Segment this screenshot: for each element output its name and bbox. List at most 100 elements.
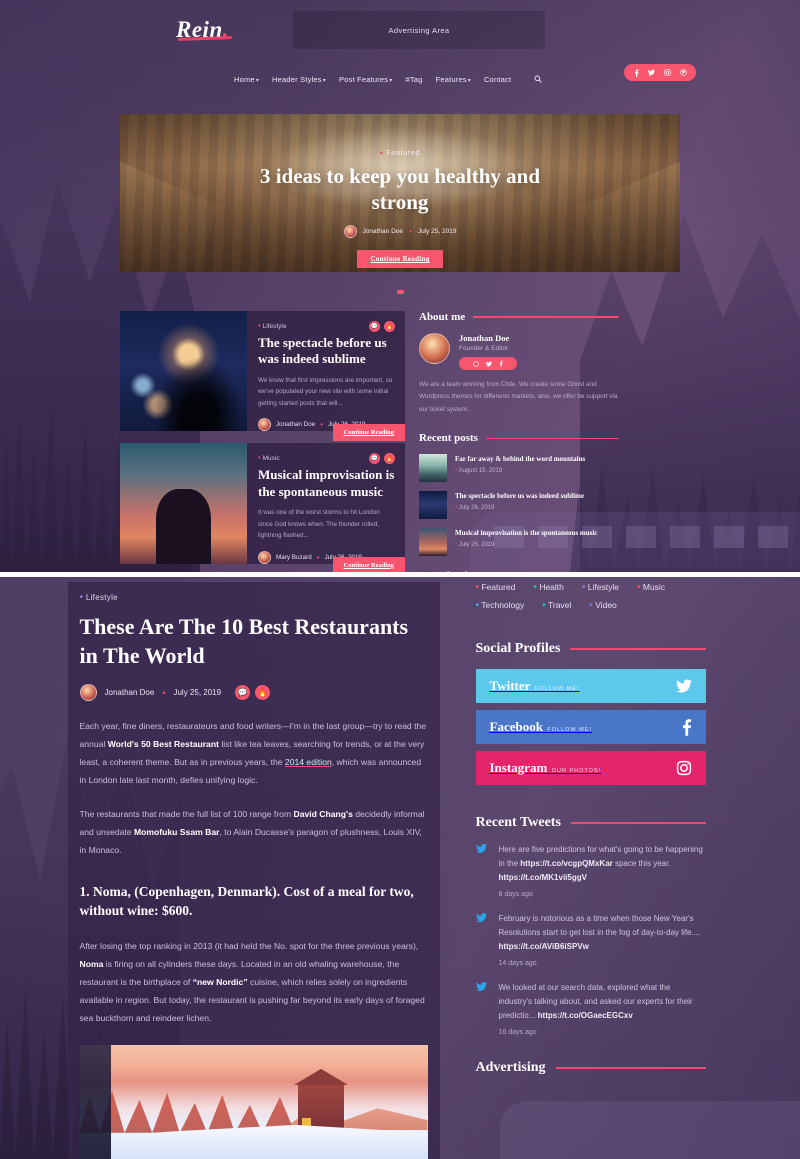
tag-lifestyle[interactable]: • Lifestyle bbox=[582, 582, 619, 593]
social-profile-instagram[interactable]: Instagram OUR PHOTOS! bbox=[475, 751, 706, 785]
post-card[interactable]: 💬 🔥 • Music Musical improvisation is the… bbox=[120, 443, 405, 572]
avatar bbox=[258, 418, 271, 432]
nav-item-tag[interactable]: #Tag bbox=[405, 75, 422, 84]
hero-title[interactable]: 3 ideas to keep you healthy and strong bbox=[250, 164, 550, 215]
bullet-icon: • bbox=[379, 148, 384, 158]
text-fragment: After losing the top ranking in 2013 (it… bbox=[79, 940, 419, 951]
pinterest-icon[interactable] bbox=[473, 360, 479, 367]
nav-item-header-styles[interactable]: Header Styles▾ bbox=[272, 75, 326, 84]
instagram-icon[interactable] bbox=[663, 69, 671, 76]
bullet-icon: • bbox=[636, 582, 641, 593]
tag-featured[interactable]: • Featured bbox=[476, 582, 516, 593]
article-paragraph-1: Each year, fine diners, restaurateurs an… bbox=[80, 717, 428, 789]
post-thumbnail[interactable] bbox=[120, 311, 247, 432]
bullet-icon: • bbox=[589, 600, 593, 611]
post-continue-reading-button[interactable]: Continue Reading bbox=[332, 556, 405, 572]
main-navigation: Home▾ Header Styles▾ Post Features▾ #Tag… bbox=[120, 60, 696, 98]
tweet-item: We looked at our search data, explored w… bbox=[475, 981, 706, 1036]
hero-category[interactable]: • Featured bbox=[120, 148, 680, 158]
nav-item-contact[interactable]: Contact bbox=[484, 75, 511, 84]
post-category-label: Lifestyle bbox=[262, 323, 287, 330]
hero-featured-post[interactable]: • Featured 3 ideas to keep you healthy a… bbox=[120, 114, 680, 272]
bullet-icon: • bbox=[475, 582, 480, 593]
comment-icon[interactable]: 💬 bbox=[369, 321, 380, 332]
social-profile-facebook[interactable]: Facebook FOLLOW ME! bbox=[475, 710, 706, 744]
avatar bbox=[343, 225, 357, 239]
tweet-link[interactable]: https://t.co/vcgpQMxKar bbox=[520, 859, 612, 868]
comment-icon[interactable]: 💬 bbox=[369, 453, 380, 465]
tweet-link[interactable]: https://t.co/MK1vii5ggV bbox=[499, 873, 587, 882]
tweet-text: space this year. bbox=[612, 859, 671, 868]
tag-travel[interactable]: • Travel bbox=[542, 600, 571, 611]
slider-dot[interactable] bbox=[396, 290, 404, 294]
hero-slider-dots[interactable] bbox=[120, 281, 680, 299]
bullet-icon: • bbox=[533, 582, 537, 593]
site-logo[interactable]: Rein. bbox=[120, 17, 229, 43]
social-profile-name: Twitter bbox=[489, 678, 531, 693]
article-page-screenshot: • Lifestyle These Are The 10 Best Restau… bbox=[0, 577, 800, 1159]
post-author[interactable]: Jonathan Doe bbox=[276, 421, 315, 428]
article-category[interactable]: • Lifestyle bbox=[80, 592, 428, 603]
comment-icon[interactable]: 💬 bbox=[235, 685, 251, 701]
post-title[interactable]: Musical improvisation is the spontaneous… bbox=[258, 467, 395, 500]
search-icon[interactable] bbox=[534, 75, 543, 83]
article-panel: • Lifestyle These Are The 10 Best Restau… bbox=[67, 582, 440, 1159]
date-label: July 26, 2019 bbox=[458, 541, 495, 548]
post-thumbnail[interactable] bbox=[120, 443, 247, 565]
bullet-icon: • bbox=[320, 420, 324, 430]
article-action-icons: 💬 🔥 bbox=[235, 685, 271, 701]
facebook-icon[interactable] bbox=[499, 360, 503, 367]
divider-line bbox=[473, 316, 619, 318]
post-card[interactable]: 💬 🔥 • Lifestyle The spectacle before us … bbox=[120, 311, 405, 442]
hero-continue-reading-button[interactable]: Continue Reading bbox=[357, 250, 443, 269]
hero-date: July 25, 2019 bbox=[417, 228, 457, 236]
nav-item-features[interactable]: Features▾ bbox=[436, 75, 471, 84]
article-inline-link[interactable]: 2014 edition bbox=[285, 757, 332, 767]
twitter-icon[interactable] bbox=[486, 361, 492, 367]
nav-item-post-features[interactable]: Post Features▾ bbox=[339, 75, 393, 84]
tweet-item: February is notorious as a time when tho… bbox=[475, 912, 706, 967]
fire-icon[interactable]: 🔥 bbox=[255, 685, 271, 701]
recent-post-title[interactable]: Far far away & behind the word mountains bbox=[455, 454, 585, 465]
facebook-icon bbox=[681, 718, 692, 736]
post-category-label: Music bbox=[262, 455, 280, 463]
facebook-icon[interactable] bbox=[634, 69, 639, 77]
fire-icon[interactable]: 🔥 bbox=[384, 321, 395, 332]
recent-post-title[interactable]: Musical improvisation is the spontaneous… bbox=[455, 528, 597, 539]
tag-technology[interactable]: • Technology bbox=[476, 600, 525, 611]
post-continue-reading-button[interactable]: Continue Reading bbox=[332, 424, 405, 442]
about-me-widget: Jonathan Doe Founder & Editor bbox=[419, 333, 619, 370]
recent-post-thumbnail bbox=[419, 491, 447, 520]
tweet-link[interactable]: https://t.co/OGaecEGCxv bbox=[538, 1011, 633, 1020]
pinterest-icon[interactable] bbox=[679, 69, 687, 76]
tag-health[interactable]: • Health bbox=[533, 582, 563, 593]
recent-post-item[interactable]: The spectacle before us was indeed subli… bbox=[419, 491, 619, 520]
bullet-icon: • bbox=[581, 582, 586, 593]
article-title: These Are The 10 Best Restaurants in The… bbox=[79, 614, 409, 668]
about-role: Founder & Editor bbox=[459, 345, 509, 352]
fire-icon[interactable]: 🔥 bbox=[384, 453, 395, 465]
hero-author[interactable]: Jonathan Doe bbox=[363, 228, 403, 235]
recent-post-title[interactable]: The spectacle before us was indeed subli… bbox=[455, 491, 584, 502]
tag-cloud-widget-title: Tag Cloud bbox=[419, 570, 619, 572]
post-title[interactable]: The spectacle before us was indeed subli… bbox=[258, 335, 395, 368]
tweet-link[interactable]: https://t.co/AViB6iSPVw bbox=[499, 942, 589, 951]
tag-video[interactable]: • Video bbox=[589, 600, 616, 611]
bullet-icon: • bbox=[258, 321, 261, 330]
twitter-icon[interactable] bbox=[647, 69, 655, 76]
tag-label: Health bbox=[539, 582, 564, 592]
about-social-links bbox=[459, 357, 517, 370]
about-me-heading: About me bbox=[419, 311, 466, 323]
chevron-down-icon: ▾ bbox=[467, 77, 471, 84]
tag-music[interactable]: • Music bbox=[637, 582, 665, 593]
nav-item-home[interactable]: Home▾ bbox=[234, 75, 259, 84]
social-profile-twitter[interactable]: Twitter FOLLOW ME! bbox=[475, 669, 706, 703]
site-header: Rein. Advertising Area bbox=[120, 0, 680, 60]
post-author[interactable]: Mary Buzard bbox=[276, 554, 312, 561]
article-author[interactable]: Jonathan Doe bbox=[105, 688, 155, 697]
recent-post-item[interactable]: Musical improvisation is the spontaneous… bbox=[419, 528, 619, 557]
advertising-area-banner[interactable]: Advertising Area bbox=[292, 11, 545, 49]
divider-line bbox=[570, 648, 706, 650]
recent-post-item[interactable]: Far far away & behind the word mountains… bbox=[419, 454, 619, 483]
recent-post-thumbnail bbox=[419, 528, 447, 557]
